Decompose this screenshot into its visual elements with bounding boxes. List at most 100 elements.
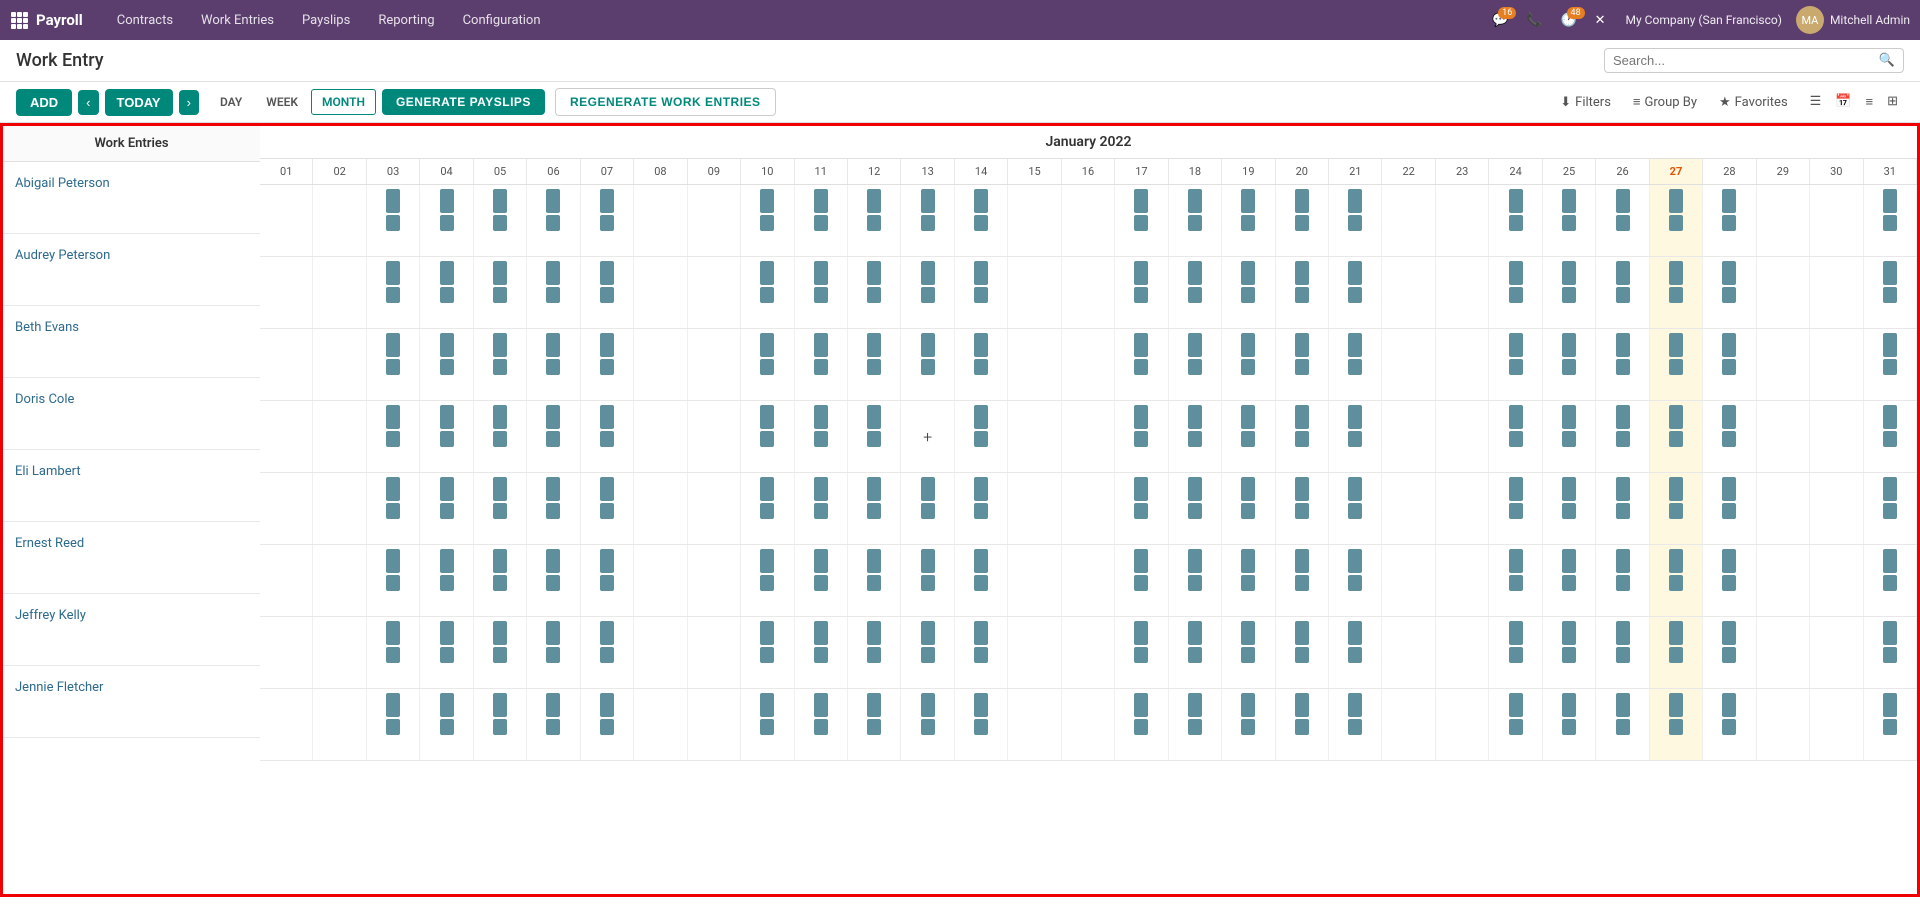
cell-emp3-day21[interactable] [1329, 329, 1382, 400]
cell-emp7-day1[interactable] [260, 617, 313, 688]
cell-emp2-day31[interactable] [1864, 257, 1917, 328]
cell-emp5-day12[interactable] [848, 473, 901, 544]
cell-emp7-day18[interactable] [1169, 617, 1222, 688]
cell-emp7-day31[interactable] [1864, 617, 1917, 688]
clock-icon[interactable]: 🕐 48 [1554, 9, 1582, 32]
cell-emp3-day25[interactable] [1543, 329, 1596, 400]
cell-emp6-day19[interactable] [1222, 545, 1275, 616]
cell-emp4-day14[interactable] [955, 401, 1008, 472]
cell-emp5-day7[interactable] [581, 473, 634, 544]
cell-emp3-day18[interactable] [1169, 329, 1222, 400]
calendar-area[interactable]: January 2022 010203040506070809101112131… [260, 123, 1920, 897]
cell-emp3-day10[interactable] [741, 329, 794, 400]
cell-emp8-day8[interactable] [634, 689, 687, 760]
close-icon[interactable]: ✕ [1589, 9, 1612, 32]
cell-emp6-day18[interactable] [1169, 545, 1222, 616]
cell-emp7-day30[interactable] [1810, 617, 1863, 688]
groupby-button[interactable]: ≡ Group By [1627, 90, 1703, 114]
cell-emp5-day31[interactable] [1864, 473, 1917, 544]
cell-emp2-day5[interactable] [474, 257, 527, 328]
cell-emp7-day11[interactable] [795, 617, 848, 688]
cell-emp3-day29[interactable] [1757, 329, 1810, 400]
nav-contracts[interactable]: Contracts [103, 0, 187, 40]
cell-emp2-day24[interactable] [1489, 257, 1542, 328]
cell-emp4-day30[interactable] [1810, 401, 1863, 472]
cell-emp6-day22[interactable] [1382, 545, 1435, 616]
cell-emp1-day25[interactable] [1543, 185, 1596, 256]
cell-emp5-day16[interactable] [1062, 473, 1115, 544]
cell-emp8-day3[interactable] [367, 689, 420, 760]
cell-emp8-day19[interactable] [1222, 689, 1275, 760]
cell-emp4-day19[interactable] [1222, 401, 1275, 472]
cell-emp8-day20[interactable] [1276, 689, 1329, 760]
cell-emp4-day23[interactable] [1436, 401, 1489, 472]
cell-emp8-day31[interactable] [1864, 689, 1917, 760]
regenerate-work-entries-button[interactable]: REGENERATE WORK ENTRIES [555, 88, 776, 116]
cell-emp5-day18[interactable] [1169, 473, 1222, 544]
cell-emp2-day26[interactable] [1596, 257, 1649, 328]
cell-emp7-day4[interactable] [420, 617, 473, 688]
cell-emp1-day11[interactable] [795, 185, 848, 256]
cell-emp3-day22[interactable] [1382, 329, 1435, 400]
cell-emp1-day1[interactable] [260, 185, 313, 256]
cell-emp3-day19[interactable] [1222, 329, 1275, 400]
cell-emp1-day14[interactable] [955, 185, 1008, 256]
sidebar-item-beth[interactable]: Beth Evans [3, 306, 260, 378]
cell-emp6-day17[interactable] [1115, 545, 1168, 616]
cell-emp4-day8[interactable] [634, 401, 687, 472]
add-entry-plus[interactable]: + [923, 427, 932, 446]
cell-emp3-day6[interactable] [527, 329, 580, 400]
cell-emp6-day4[interactable] [420, 545, 473, 616]
cell-emp3-day27[interactable] [1650, 329, 1703, 400]
cell-emp5-day5[interactable] [474, 473, 527, 544]
cell-emp6-day3[interactable] [367, 545, 420, 616]
cell-emp3-day8[interactable] [634, 329, 687, 400]
cell-emp1-day13[interactable] [901, 185, 954, 256]
cell-emp6-day16[interactable] [1062, 545, 1115, 616]
cell-emp3-day3[interactable] [367, 329, 420, 400]
search-bar[interactable]: 🔍 [1604, 48, 1904, 73]
cell-emp1-day8[interactable] [634, 185, 687, 256]
sidebar-item-eli[interactable]: Eli Lambert [3, 450, 260, 522]
cell-emp1-day10[interactable] [741, 185, 794, 256]
cell-emp4-day15[interactable] [1008, 401, 1061, 472]
cell-emp6-day7[interactable] [581, 545, 634, 616]
cell-emp2-day22[interactable] [1382, 257, 1435, 328]
cell-emp7-day29[interactable] [1757, 617, 1810, 688]
cell-emp8-day7[interactable] [581, 689, 634, 760]
table-view-icon[interactable]: ≡ [1860, 90, 1880, 114]
cell-emp5-day14[interactable] [955, 473, 1008, 544]
sidebar-item-doris[interactable]: Doris Cole [3, 378, 260, 450]
cell-emp6-day27[interactable] [1650, 545, 1703, 616]
cell-emp8-day17[interactable] [1115, 689, 1168, 760]
nav-configuration[interactable]: Configuration [449, 0, 555, 40]
cell-emp2-day4[interactable] [420, 257, 473, 328]
cell-emp8-day9[interactable] [688, 689, 741, 760]
cell-emp7-day17[interactable] [1115, 617, 1168, 688]
cell-emp2-day12[interactable] [848, 257, 901, 328]
sidebar-item-ernest[interactable]: Ernest Reed [3, 522, 260, 594]
cell-emp1-day24[interactable] [1489, 185, 1542, 256]
cell-emp3-day24[interactable] [1489, 329, 1542, 400]
cell-emp3-day16[interactable] [1062, 329, 1115, 400]
cell-emp3-day4[interactable] [420, 329, 473, 400]
cell-emp6-day14[interactable] [955, 545, 1008, 616]
cell-emp4-day29[interactable] [1757, 401, 1810, 472]
cell-emp6-day15[interactable] [1008, 545, 1061, 616]
cell-emp1-day22[interactable] [1382, 185, 1435, 256]
cell-emp7-day28[interactable] [1703, 617, 1756, 688]
cell-emp8-day30[interactable] [1810, 689, 1863, 760]
cell-emp7-day25[interactable] [1543, 617, 1596, 688]
cell-emp5-day19[interactable] [1222, 473, 1275, 544]
cell-emp5-day26[interactable] [1596, 473, 1649, 544]
cell-emp1-day15[interactable] [1008, 185, 1061, 256]
cell-emp5-day20[interactable] [1276, 473, 1329, 544]
cell-emp5-day13[interactable] [901, 473, 954, 544]
cell-emp1-day20[interactable] [1276, 185, 1329, 256]
cell-emp3-day7[interactable] [581, 329, 634, 400]
cell-emp6-day9[interactable] [688, 545, 741, 616]
phone-icon[interactable]: 📞 [1520, 9, 1548, 32]
cell-emp7-day12[interactable] [848, 617, 901, 688]
cell-emp1-day3[interactable] [367, 185, 420, 256]
cell-emp5-day28[interactable] [1703, 473, 1756, 544]
